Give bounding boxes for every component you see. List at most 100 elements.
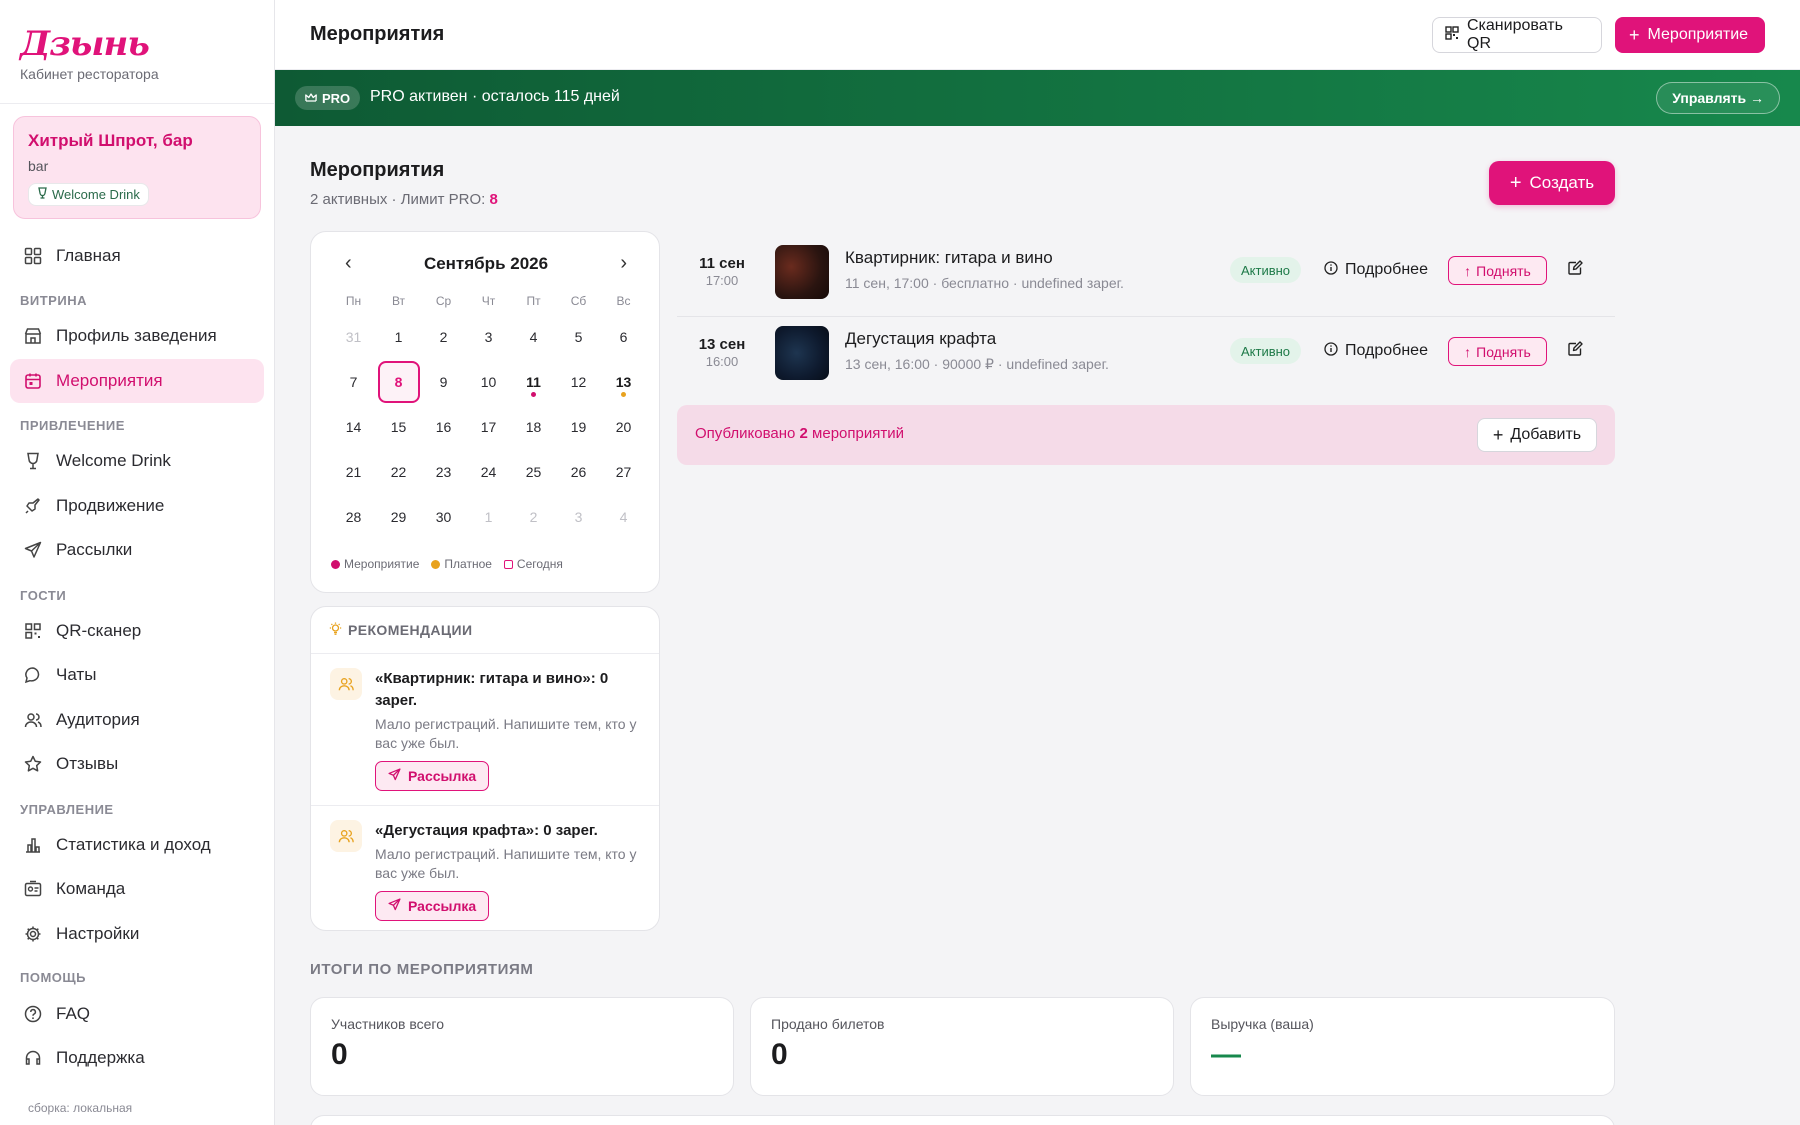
sidebar-item-team[interactable]: Команда bbox=[10, 867, 264, 911]
recommendations-title: РЕКОМЕНДАЦИИ bbox=[348, 622, 473, 638]
legend-event: Мероприятие bbox=[331, 557, 419, 571]
calendar-day[interactable]: 18 bbox=[511, 404, 556, 449]
sidebar-item-support[interactable]: Поддержка bbox=[10, 1036, 264, 1080]
event-row[interactable]: 11 сен 17:00 Квартирник: гитара и вино 1… bbox=[677, 236, 1615, 317]
pro-limit: 8 bbox=[489, 191, 498, 208]
calendar-day[interactable]: 13 bbox=[601, 359, 646, 404]
calendar-day[interactable]: 2 bbox=[511, 494, 556, 539]
sidebar-item-faq[interactable]: FAQ bbox=[10, 992, 264, 1036]
calendar-day[interactable]: 28 bbox=[331, 494, 376, 539]
scan-qr-button[interactable]: Сканировать QR bbox=[1432, 17, 1602, 53]
event-row[interactable]: 13 сен 16:00 Дегустация крафта 13 сен, 1… bbox=[677, 317, 1615, 398]
add-event-button[interactable]: + Мероприятие bbox=[1615, 17, 1765, 53]
details-button[interactable]: Подробнее bbox=[1324, 257, 1428, 283]
event-thumbnail bbox=[775, 326, 829, 380]
plus-icon: + bbox=[1509, 172, 1522, 194]
sidebar-item-profile[interactable]: Профиль заведения bbox=[10, 314, 264, 358]
calendar-day[interactable]: 15 bbox=[376, 404, 421, 449]
sidebar-item-label: Рассылки bbox=[56, 540, 133, 559]
chevron-right-icon[interactable]: › bbox=[620, 252, 627, 275]
dashboard-icon bbox=[24, 247, 42, 265]
brand-logo[interactable]: Дзынь bbox=[20, 24, 159, 64]
details-button[interactable]: Подробнее bbox=[1324, 338, 1428, 364]
sidebar-item-welcome-drink[interactable]: Welcome Drink bbox=[10, 439, 264, 483]
calendar-day[interactable]: 5 bbox=[556, 314, 601, 359]
sidebar-item-audience[interactable]: Аудитория bbox=[10, 698, 264, 742]
calendar-day[interactable]: 2 bbox=[421, 314, 466, 359]
sidebar-item-stats[interactable]: Статистика и доход bbox=[10, 823, 264, 867]
calendar-day[interactable]: 24 bbox=[466, 449, 511, 494]
calendar-day-number: 31 bbox=[345, 328, 362, 345]
calendar-day[interactable]: 23 bbox=[421, 449, 466, 494]
sidebar-item-main[interactable]: Главная bbox=[10, 234, 264, 278]
calendar-day[interactable]: 1 bbox=[376, 314, 421, 359]
raise-button[interactable]: ↑ Поднять bbox=[1448, 256, 1547, 285]
calendar-day[interactable]: 29 bbox=[376, 494, 421, 539]
recommendation-title: «Квартирник: гитара и вино»: 0 зарег. bbox=[375, 670, 609, 709]
calendar-day[interactable]: 3 bbox=[466, 314, 511, 359]
add-button[interactable]: + Добавить bbox=[1477, 418, 1597, 452]
calendar-day[interactable]: 31 bbox=[331, 314, 376, 359]
mailing-button[interactable]: Рассылка bbox=[375, 761, 490, 791]
calendar-day[interactable]: 20 bbox=[601, 404, 646, 449]
edit-icon[interactable] bbox=[1567, 341, 1585, 359]
star-icon bbox=[24, 755, 42, 773]
calendar-day[interactable]: 12 bbox=[556, 359, 601, 404]
calendar-day[interactable]: 21 bbox=[331, 449, 376, 494]
calendar-day-number: 2 bbox=[439, 328, 448, 345]
create-event-button[interactable]: + Создать bbox=[1489, 161, 1615, 205]
calendar-day[interactable]: 9 bbox=[421, 359, 466, 404]
sidebar-item-reviews[interactable]: Отзывы bbox=[10, 742, 264, 786]
calendar-day[interactable]: 6 bbox=[601, 314, 646, 359]
sidebar-item-events[interactable]: Мероприятия bbox=[10, 359, 264, 403]
pro-manage-button[interactable]: Управлять → bbox=[1656, 82, 1780, 114]
calendar-day[interactable]: 17 bbox=[466, 404, 511, 449]
calendar-weekday: Вс bbox=[616, 294, 631, 308]
calendar-day[interactable]: 3 bbox=[556, 494, 601, 539]
event-dot-icon bbox=[531, 392, 536, 397]
section-subtitle: 2 активных · Лимит PRO: 8 bbox=[310, 191, 498, 208]
calendar-day[interactable]: 10 bbox=[466, 359, 511, 404]
calendar-day[interactable]: 11 bbox=[511, 359, 556, 404]
calendar-day-number: 13 bbox=[615, 373, 632, 390]
calendar-day[interactable]: 30 bbox=[421, 494, 466, 539]
calendar-day[interactable]: 4 bbox=[511, 314, 556, 359]
calendar-day[interactable]: 4 bbox=[601, 494, 646, 539]
send-icon bbox=[388, 898, 401, 914]
today-box-icon bbox=[503, 559, 513, 569]
calendar-day-number: 18 bbox=[525, 418, 542, 435]
calendar-day[interactable]: 25 bbox=[511, 449, 556, 494]
sidebar-item-qr[interactable]: QR-сканер bbox=[10, 609, 264, 653]
mailing-button[interactable]: Рассылка bbox=[375, 891, 490, 921]
calendar-day[interactable]: 16 bbox=[421, 404, 466, 449]
sidebar-item-mailing[interactable]: Рассылки bbox=[10, 528, 264, 572]
calendar: ‹ Сентябрь 2026 › Пн Вт Ср Чт Пт Сб Вс 31 1 2 3 4 5 6… bbox=[310, 231, 660, 593]
event-title[interactable]: Квартирник: гитара и вино bbox=[845, 248, 1053, 268]
calendar-day[interactable]: 7 bbox=[331, 359, 376, 404]
calendar-day[interactable]: 14 bbox=[331, 404, 376, 449]
edit-icon[interactable] bbox=[1567, 260, 1585, 278]
published-prefix: Опубликовано bbox=[695, 425, 800, 442]
brand[interactable]: Дзынь Кабинет ресторатора bbox=[20, 24, 159, 82]
status-badge: Активно bbox=[1230, 257, 1302, 283]
venue-badge: Welcome Drink bbox=[28, 183, 149, 206]
sidebar-item-chats[interactable]: Чаты bbox=[10, 653, 264, 697]
calendar-icon bbox=[24, 372, 42, 390]
calendar-day[interactable]: 26 bbox=[556, 449, 601, 494]
sidebar-item-promo[interactable]: Продвижение bbox=[10, 484, 264, 528]
sidebar-item-settings[interactable]: Настройки bbox=[10, 912, 264, 956]
event-title[interactable]: Дегустация крафта bbox=[845, 329, 996, 349]
gear-icon bbox=[24, 925, 42, 943]
raise-button[interactable]: ↑ Поднять bbox=[1448, 337, 1547, 366]
calendar-day[interactable]: 1 bbox=[466, 494, 511, 539]
stat-value: 0 bbox=[771, 1038, 788, 1071]
calendar-day[interactable]: 19 bbox=[556, 404, 601, 449]
calendar-day-today[interactable]: 8 bbox=[376, 359, 421, 404]
recommendations-panel: РЕКОМЕНДАЦИИ «Квартирник: гитара и вино»… bbox=[310, 606, 660, 931]
venue-card[interactable]: Хитрый Шпрот, бар bar Welcome Drink bbox=[13, 116, 261, 219]
calendar-day-number: 4 bbox=[619, 508, 628, 525]
calendar-day[interactable]: 22 bbox=[376, 449, 421, 494]
published-text: Опубликовано 2 мероприятий bbox=[695, 425, 904, 442]
sidebar-item-label: Настройки bbox=[56, 924, 140, 943]
calendar-day[interactable]: 27 bbox=[601, 449, 646, 494]
